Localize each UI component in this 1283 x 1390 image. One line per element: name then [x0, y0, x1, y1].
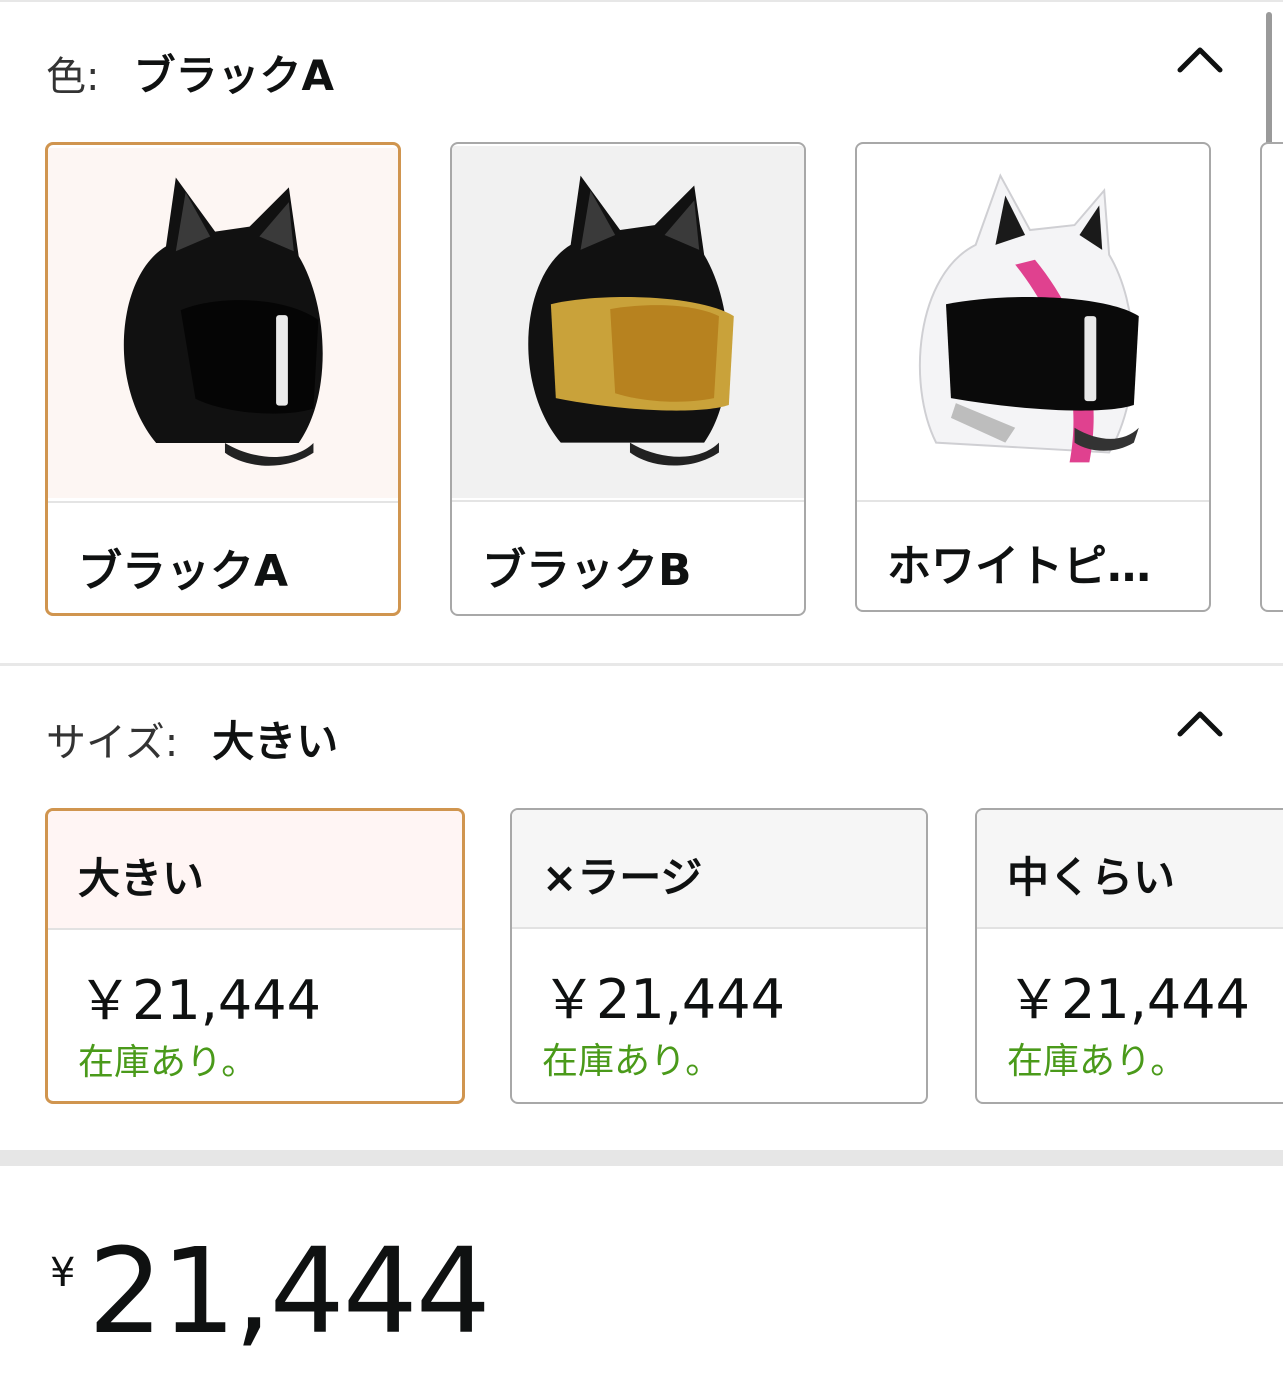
color-option-white-pink[interactable]: ホワイトピ…	[855, 142, 1211, 612]
color-option-black-a[interactable]: ブラックA	[45, 142, 401, 616]
color-option-label: ブラックA	[78, 546, 289, 597]
color-key-label: 色:	[46, 53, 100, 100]
chevron-up-icon[interactable]	[1172, 704, 1228, 744]
size-section-header: サイズ: 大きい	[46, 708, 338, 769]
color-selected-value: ブラックA	[133, 51, 334, 100]
color-option-black-b[interactable]: ブラックB	[450, 142, 806, 616]
size-option-stock: 在庫あり。	[542, 1041, 722, 1082]
size-option-xlarge[interactable]: ×ラージ ￥21,444 在庫あり。	[510, 808, 928, 1104]
section-divider	[0, 663, 1283, 666]
color-option-label: ホワイトピ…	[887, 541, 1151, 592]
color-option-label: ブラックB	[482, 545, 692, 596]
helmet-black-a-image	[48, 148, 398, 498]
size-option-name: 大きい	[78, 854, 205, 903]
price-amount: 21,444	[88, 1222, 491, 1360]
section-separator-bar	[0, 1150, 1283, 1166]
card-divider	[857, 500, 1209, 502]
size-option-price: ￥21,444	[78, 969, 321, 1032]
size-option-name: ×ラージ	[542, 853, 703, 902]
card-divider	[48, 501, 398, 503]
color-section-header: 色: ブラックA	[46, 42, 334, 103]
size-option-name: 中くらい	[1007, 853, 1176, 902]
size-option-medium[interactable]: 中くらい ￥21,444 在庫あり。	[975, 808, 1283, 1104]
helmet-black-b-image	[452, 146, 804, 498]
price-currency-symbol: ¥	[50, 1250, 76, 1296]
size-selected-value: 大きい	[212, 717, 339, 766]
size-key-label: サイズ:	[46, 719, 179, 766]
card-divider	[452, 500, 804, 502]
helmet-white-pink-image	[857, 146, 1209, 498]
size-option-price: ￥21,444	[542, 968, 785, 1031]
top-divider	[0, 0, 1283, 2]
size-option-large[interactable]: 大きい ￥21,444 在庫あり。	[45, 808, 465, 1104]
size-option-stock: 在庫あり。	[78, 1042, 258, 1083]
size-option-price: ￥21,444	[1007, 968, 1250, 1031]
chevron-up-icon[interactable]	[1172, 40, 1228, 80]
size-option-stock: 在庫あり。	[1007, 1041, 1187, 1082]
color-option-partial[interactable]	[1260, 142, 1283, 612]
